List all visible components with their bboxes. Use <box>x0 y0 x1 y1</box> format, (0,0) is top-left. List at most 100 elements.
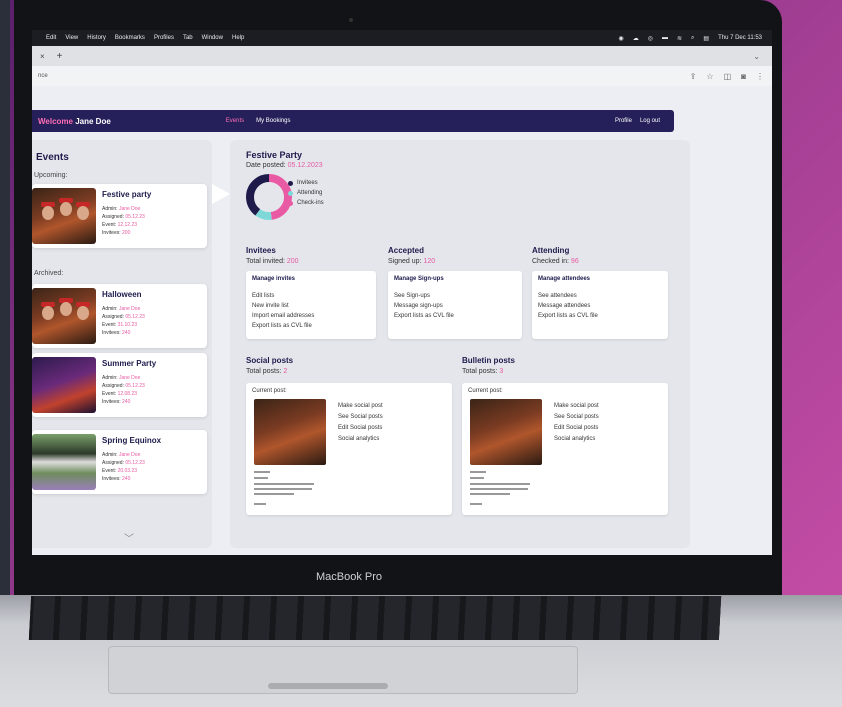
export-signups-link[interactable]: Export lists as CVL file <box>394 313 454 319</box>
menu-view[interactable]: View <box>65 35 78 41</box>
export-invites-link[interactable]: Export lists as CVL file <box>252 323 312 329</box>
manage-signups-title: Manage Sign-ups <box>394 276 444 282</box>
legend-dot <box>288 180 293 186</box>
post-text-line <box>470 471 486 473</box>
nav-events-link[interactable]: Events <box>226 118 244 124</box>
events-sidebar: Events Upcoming: Festive party Admin: Ja… <box>32 140 212 548</box>
make-social-post-link[interactable]: Make social post <box>338 403 383 409</box>
legend-checkins: Check-ins <box>288 200 324 206</box>
control-center-icon[interactable]: ▤ <box>703 35 709 42</box>
legend-dot <box>288 190 293 196</box>
accepted-heading: Accepted <box>388 246 425 255</box>
edit-social-posts-link[interactable]: Edit Social posts <box>338 425 382 431</box>
make-bulletin-post-link[interactable]: Make social post <box>554 403 599 409</box>
attending-total: Checked in: 96 <box>532 258 579 265</box>
event-date: Event: 20.03.23 <box>102 468 138 474</box>
bookmark-star-icon[interactable]: ☆ <box>706 72 713 81</box>
new-invite-list-link[interactable]: New invite list <box>252 303 289 309</box>
welcome-label: Welcome <box>38 116 73 126</box>
post-text-line <box>470 488 528 490</box>
event-detail-panel: Festive Party Date posted: 05.12.2023 In… <box>230 140 690 548</box>
nav-logout-link[interactable]: Log out <box>640 118 660 124</box>
browser-addressbar: nce ⇪ ☆ ◫ ◙ ⋮ <box>32 66 772 86</box>
post-text-line <box>254 493 294 495</box>
message-attendees-link[interactable]: Message attendees <box>538 303 590 309</box>
battery-icon[interactable]: ▬ <box>662 35 668 41</box>
event-admin: Admin: Jane Doe <box>102 452 141 458</box>
scroll-down-chevron-icon[interactable]: ﹀ <box>124 530 134 545</box>
event-title: Festive party <box>102 190 152 199</box>
event-detail-title: Festive Party <box>246 150 303 160</box>
menu-window[interactable]: Window <box>202 35 223 41</box>
sync-icon[interactable]: ◎ <box>648 35 653 42</box>
message-signups-link[interactable]: Message sign-ups <box>394 303 443 309</box>
nav-bookings-link[interactable]: My Bookings <box>256 118 290 124</box>
event-assigned: Assigned: 05.12.23 <box>102 460 145 466</box>
see-attendees-link[interactable]: See attendees <box>538 293 577 299</box>
manage-invites-title: Manage invites <box>252 276 296 282</box>
see-bulletin-posts-link[interactable]: See Social posts <box>554 414 599 420</box>
tab-close-icon[interactable]: × <box>40 52 45 61</box>
post-text-line <box>254 471 270 473</box>
laptop-screen: Edit View History Bookmarks Profiles Tab… <box>32 30 772 555</box>
social-analytics-link[interactable]: Social analytics <box>338 436 379 442</box>
menu-bookmarks[interactable]: Bookmarks <box>115 35 145 41</box>
nav-profile-link[interactable]: Profile <box>615 118 632 124</box>
post-text-line <box>254 503 266 505</box>
attendance-donut <box>244 172 294 227</box>
event-title: Spring Equinox <box>102 436 162 445</box>
edit-bulletin-posts-link[interactable]: Edit Social posts <box>554 425 598 431</box>
invitees-heading: Invitees <box>246 246 276 255</box>
menu-tab[interactable]: Tab <box>183 35 193 41</box>
menu-history[interactable]: History <box>87 35 106 41</box>
bulletin-posts-total: Total posts: 3 <box>462 368 504 375</box>
share-icon[interactable]: ⇪ <box>690 72 697 81</box>
legend-dot <box>288 200 293 206</box>
extension-icon[interactable]: ◉ <box>619 35 624 42</box>
edit-lists-link[interactable]: Edit lists <box>252 293 274 299</box>
event-card-summer-party[interactable]: Summer Party Admin: Jane Doe Assigned: 0… <box>32 353 207 417</box>
event-title: Summer Party <box>102 359 157 368</box>
bulletin-posts-heading: Bulletin posts <box>462 356 515 365</box>
search-icon[interactable]: ⌕ <box>691 35 694 42</box>
menubar-clock[interactable]: Thu 7 Dec 11:53 <box>718 35 762 41</box>
new-tab-button[interactable]: + <box>57 51 63 62</box>
wifi-icon[interactable]: ≋ <box>677 35 682 42</box>
event-card-spring-equinox[interactable]: Spring Equinox Admin: Jane Doe Assigned:… <box>32 430 207 494</box>
user-name: Jane Doe <box>75 116 111 126</box>
cloud-icon[interactable]: ☁ <box>633 35 639 42</box>
see-social-posts-link[interactable]: See Social posts <box>338 414 383 420</box>
post-text-line <box>254 477 268 479</box>
tab-list-chevron-icon[interactable]: ⌄ <box>753 52 760 61</box>
current-post-image[interactable] <box>470 399 542 465</box>
event-card-festive-party[interactable]: Festive party Admin: Jane Doe Assigned: … <box>32 184 207 248</box>
see-signups-link[interactable]: See Sign-ups <box>394 293 430 299</box>
upcoming-label: Upcoming: <box>34 172 68 179</box>
menu-profiles[interactable]: Profiles <box>154 35 174 41</box>
browser-tabbar: × + ⌄ <box>32 46 772 66</box>
sidebar-toggle-icon[interactable]: ◫ <box>724 72 732 81</box>
event-assigned: Assigned: 05.12.23 <box>102 314 145 320</box>
event-invitees: Invitees: 200 <box>102 230 131 236</box>
bulletin-analytics-link[interactable]: Social analytics <box>554 436 595 442</box>
event-invitees: Invitees: 240 <box>102 330 131 336</box>
current-post-label: Current post: <box>252 388 287 394</box>
import-emails-link[interactable]: Import email addresses <box>252 313 314 319</box>
more-menu-icon[interactable]: ⋮ <box>756 72 764 81</box>
menu-help[interactable]: Help <box>232 35 244 41</box>
profile-icon[interactable]: ◙ <box>741 72 746 81</box>
current-post-image[interactable] <box>254 399 326 465</box>
event-date: Event: 12.12.23 <box>102 222 138 228</box>
manage-attendees-title: Manage attendees <box>538 276 591 282</box>
event-invitees: Invitees: 240 <box>102 399 131 405</box>
menu-edit[interactable]: Edit <box>46 35 56 41</box>
export-attendees-link[interactable]: Export lists as CVL file <box>538 313 598 319</box>
event-assigned: Assigned: 05.12.23 <box>102 383 145 389</box>
event-card-halloween[interactable]: Halloween Admin: Jane Doe Assigned: 05.1… <box>32 284 207 348</box>
social-posts-heading: Social posts <box>246 356 294 365</box>
event-title: Halloween <box>102 290 142 299</box>
post-text-line <box>470 483 530 485</box>
url-field[interactable]: nce <box>38 73 48 79</box>
event-photo <box>32 188 96 244</box>
date-posted: Date posted: 05.12.2023 <box>246 162 323 169</box>
